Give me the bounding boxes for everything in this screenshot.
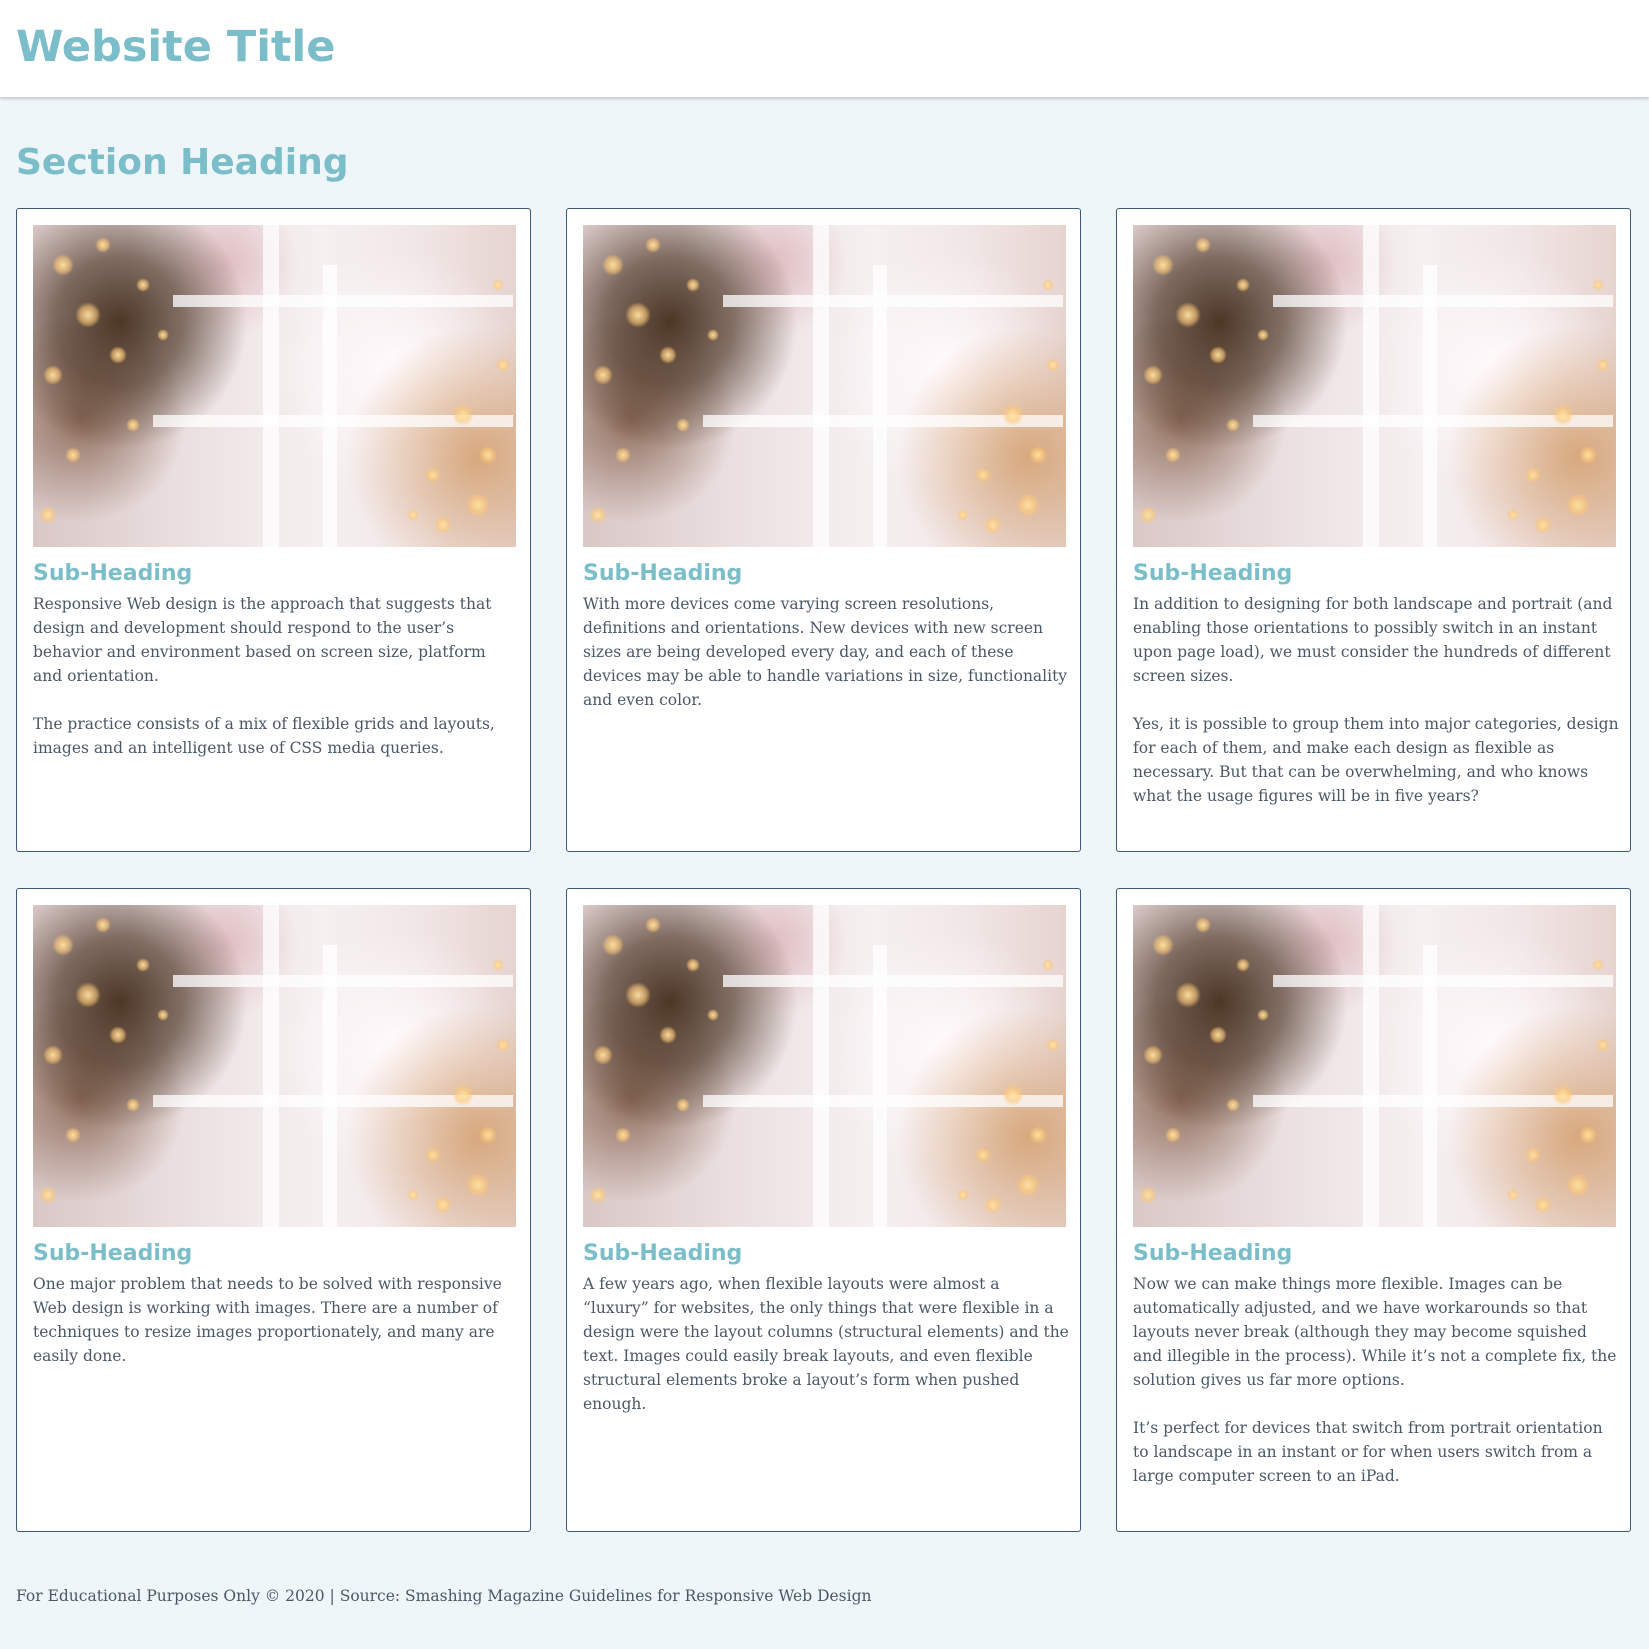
card-body: With more devices come varying screen re… [583, 592, 1069, 736]
card-2: Sub-Heading With more devices come varyi… [566, 208, 1081, 852]
site-title[interactable]: Website Title [16, 21, 335, 73]
card-4: Sub-Heading One major problem that needs… [16, 888, 531, 1532]
card-subheading: Sub-Heading [583, 561, 743, 586]
card-subheading: Sub-Heading [1133, 561, 1293, 586]
card-body: Now we can make things more flexible. Im… [1133, 1272, 1619, 1512]
card-image [583, 225, 1066, 547]
card-paragraph: Yes, it is possible to group them into m… [1133, 715, 1619, 805]
card-paragraph: The practice consists of a mix of flexib… [33, 715, 495, 757]
card-3: Sub-Heading In addition to designing for… [1116, 208, 1631, 852]
card-paragraph: A few years ago, when flexible layouts w… [583, 1275, 1069, 1413]
card-paragraph: Responsive Web design is the approach th… [33, 595, 492, 685]
card-paragraph: Now we can make things more flexible. Im… [1133, 1275, 1617, 1389]
card-5: Sub-Heading A few years ago, when flexib… [566, 888, 1081, 1532]
card-image [33, 905, 516, 1227]
card-image [1133, 905, 1616, 1227]
card-paragraph: It’s perfect for devices that switch fro… [1133, 1419, 1603, 1485]
card-subheading: Sub-Heading [33, 561, 193, 586]
card-image [1133, 225, 1616, 547]
card-subheading: Sub-Heading [583, 1241, 743, 1266]
card-6: Sub-Heading Now we can make things more … [1116, 888, 1631, 1532]
card-paragraph: With more devices come varying screen re… [583, 595, 1068, 709]
footer-text: For Educational Purposes Only © 2020 | S… [16, 1587, 872, 1605]
card-paragraph: One major problem that needs to be solve… [33, 1275, 502, 1365]
card-1: Sub-Heading Responsive Web design is the… [16, 208, 531, 852]
site-header: Website Title [0, 0, 1649, 97]
card-subheading: Sub-Heading [33, 1241, 193, 1266]
card-paragraph: In addition to designing for both landsc… [1133, 595, 1613, 685]
card-body: In addition to designing for both landsc… [1133, 592, 1619, 832]
card-image [583, 905, 1066, 1227]
card-subheading: Sub-Heading [1133, 1241, 1293, 1266]
section-heading: Section Heading [16, 142, 349, 183]
card-body: One major problem that needs to be solve… [33, 1272, 519, 1392]
card-body: A few years ago, when flexible layouts w… [583, 1272, 1069, 1440]
card-image [33, 225, 516, 547]
card-body: Responsive Web design is the approach th… [33, 592, 519, 784]
